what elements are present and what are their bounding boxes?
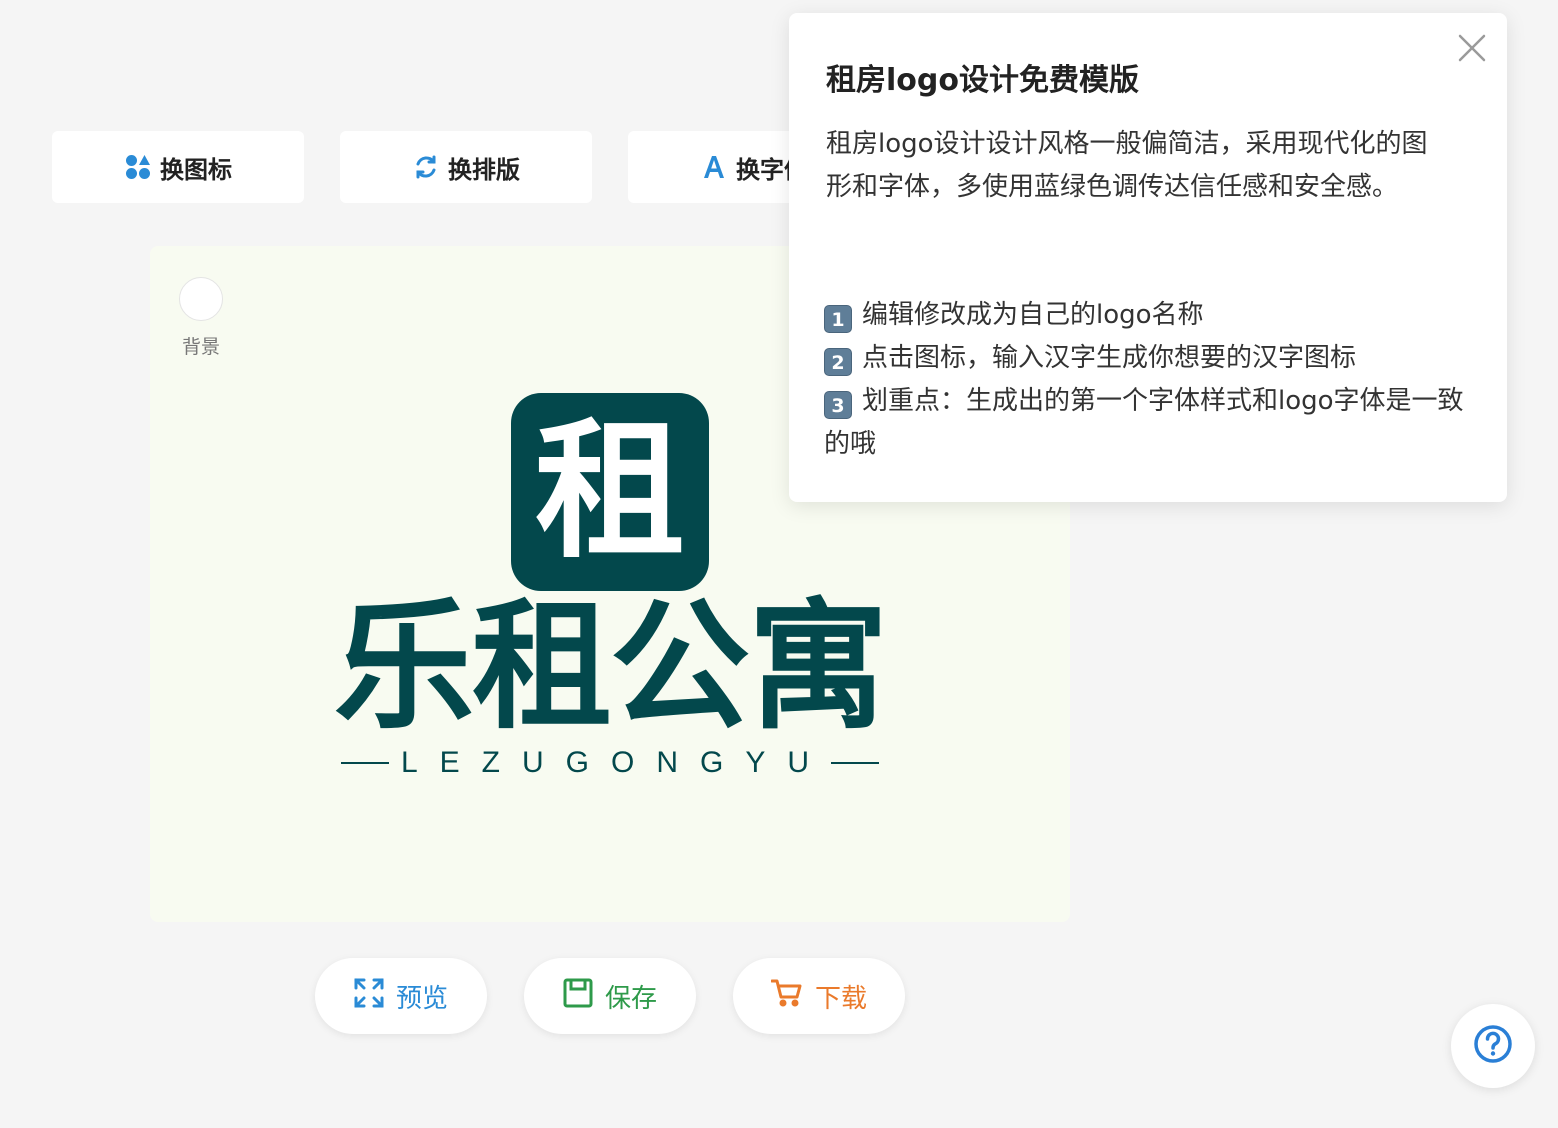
download-label: 下载 <box>814 983 867 1014</box>
font-icon <box>700 153 728 181</box>
popover-description: 租房logo设计设计风格一般偏简洁，采用现代化的图形和字体，多使用蓝绿色调传达信… <box>826 129 1428 202</box>
expand-icon <box>354 978 384 1015</box>
step-text: 编辑修改成为自己的logo名称 <box>862 300 1204 330</box>
save-button[interactable]: 保存 <box>524 958 696 1034</box>
cart-icon <box>770 978 803 1015</box>
change-icon-button[interactable]: 换图标 <box>52 131 304 203</box>
download-button[interactable]: 下载 <box>733 958 905 1034</box>
change-icon-label: 换图标 <box>160 155 232 184</box>
step-item: 3 划重点：生成出的第一个字体样式和logo字体是一致的哦 <box>824 380 1474 466</box>
refresh-icon <box>412 153 440 181</box>
help-button[interactable] <box>1451 1004 1535 1088</box>
step-number-badge: 2 <box>824 348 852 376</box>
background-label: 背景 <box>181 336 220 358</box>
help-icon <box>1473 1024 1513 1068</box>
background-color-swatch[interactable] <box>179 277 223 321</box>
brand-subtitle-text: LEZUGONGYU <box>400 746 832 779</box>
brand-name[interactable]: 乐租公寓 <box>150 598 1070 738</box>
template-info-popover: 租房logo设计免费模版 租房logo设计设计风格一般偏简洁，采用现代化的图形和… <box>789 13 1507 502</box>
subtitle-line-left <box>340 762 389 764</box>
preview-button[interactable]: 预览 <box>315 958 487 1034</box>
step-text: 划重点：生成出的第一个字体样式和logo字体是一致的哦 <box>824 386 1464 459</box>
change-layout-label: 换排版 <box>448 155 520 184</box>
popover-title: 租房logo设计免费模版 <box>826 63 1139 98</box>
preview-label: 预览 <box>395 983 448 1014</box>
step-text: 点击图标，输入汉字生成你想要的汉字图标 <box>862 343 1357 373</box>
subtitle-line-right <box>831 762 880 764</box>
logo-icon-char: 租 <box>534 405 685 579</box>
step-number-badge: 3 <box>824 391 852 419</box>
brand-subtitle[interactable]: LEZUGONGYU <box>150 746 1070 780</box>
change-layout-button[interactable]: 换排版 <box>340 131 592 203</box>
save-icon <box>563 978 593 1015</box>
step-number-badge: 1 <box>824 305 852 333</box>
popover-steps: 1 编辑修改成为自己的logo名称 2 点击图标，输入汉字生成你想要的汉字图标 3划… <box>824 294 1474 466</box>
step-item: 2 点击图标，输入汉字生成你想要的汉字图标 <box>824 337 1474 380</box>
logo-icon-mark[interactable]: 租 <box>511 393 709 591</box>
close-icon[interactable] <box>1457 33 1487 63</box>
save-label: 保存 <box>604 983 657 1014</box>
shapes-icon <box>124 153 152 181</box>
step-item: 1 编辑修改成为自己的logo名称 <box>824 294 1474 337</box>
